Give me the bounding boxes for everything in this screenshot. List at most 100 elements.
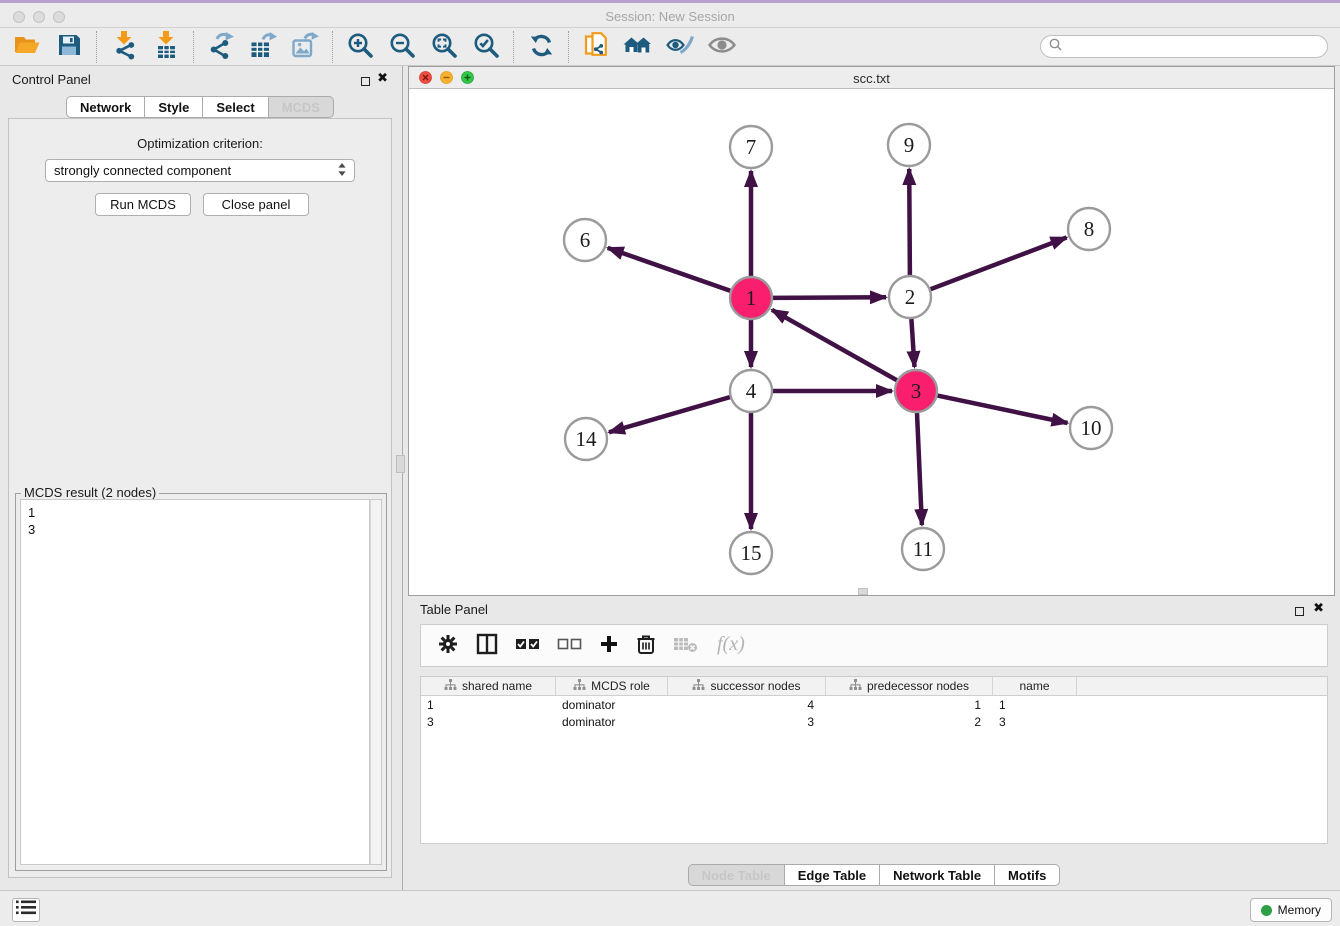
edge-2-3[interactable] [911,319,914,367]
criterion-dropdown[interactable]: strongly connected component [45,159,355,182]
graph-node-8[interactable]: 8 [1068,208,1110,250]
tab-network[interactable]: Network [66,96,145,118]
close-panel-button[interactable]: Close panel [203,193,309,216]
table-float-panel-icon[interactable] [1295,603,1304,621]
table-cell[interactable]: 1 [993,698,1077,712]
table-cell[interactable]: dominator [556,715,668,729]
graph-node-11[interactable]: 11 [902,528,944,570]
graph-node-10[interactable]: 10 [1070,407,1112,449]
mcds-result-item[interactable]: 1 [28,504,362,521]
network-graph[interactable]: 7 9 6 8 1 2 4 3 14 10 15 11 [409,89,1334,595]
table-cell[interactable]: 3 [993,715,1077,729]
graph-node-3[interactable]: 3 [895,370,937,412]
tab-network-table[interactable]: Network Table [880,864,995,886]
column-header-predecessor-nodes[interactable]: predecessor nodes [826,677,993,695]
table-tabs: Node TableEdge TableNetwork TableMotifs [408,864,1340,886]
open-file-icon [13,33,41,60]
save-session-button[interactable] [48,30,90,64]
settings-gear-icon [437,633,459,658]
delete-button[interactable] [636,633,656,658]
add-button[interactable] [599,634,619,657]
network-window-titlebar[interactable]: scc.txt [409,67,1334,89]
search-input[interactable] [1067,38,1327,56]
graph-node-9[interactable]: 9 [888,124,930,166]
graph-node-7[interactable]: 7 [730,126,772,168]
edge-4-14[interactable] [609,397,730,432]
edge-3-10[interactable] [938,396,1068,423]
hide-selected-icon [666,33,695,60]
export-image-button[interactable] [284,30,326,64]
zoom-fit-button[interactable] [423,30,465,64]
splitter-grip[interactable] [858,588,868,595]
graph-node-6[interactable]: 6 [564,219,606,261]
graph-node-15[interactable]: 15 [730,532,772,574]
edge-3-11[interactable] [917,413,922,525]
mcds-result-list[interactable]: 13 [20,499,370,865]
zoom-selected-button[interactable] [465,30,507,64]
import-network-button[interactable] [103,30,145,64]
hide-selected-button[interactable] [659,30,701,64]
import-table-button[interactable] [145,30,187,64]
table-row[interactable]: 1dominator411 [421,696,1327,713]
settings-gear-button[interactable] [437,633,459,658]
export-network-button[interactable] [200,30,242,64]
close-panel-icon[interactable]: ✖ [377,73,388,82]
apply-layout-button[interactable] [520,30,562,64]
table-cell[interactable]: 1 [421,698,556,712]
edge-3-1[interactable] [772,310,897,380]
zoom-in-button[interactable] [339,30,381,64]
graph-node-14[interactable]: 14 [565,418,607,460]
mcds-result-item[interactable]: 3 [28,521,362,538]
float-panel-icon[interactable] [361,73,370,91]
open-file-button[interactable] [6,30,48,64]
edge-2-8[interactable] [931,238,1067,290]
tab-motifs[interactable]: Motifs [995,864,1060,886]
column-header-MCDS-role[interactable]: MCDS role [556,677,668,695]
table-cell[interactable]: 3 [668,715,826,729]
select-all-button[interactable] [515,635,540,656]
edge-1-2[interactable] [773,297,886,298]
task-history-button[interactable] [12,898,40,922]
first-neighbors-button[interactable] [617,30,659,64]
panel-divider-grip[interactable] [396,455,405,473]
memory-button[interactable]: Memory [1250,898,1332,922]
column-header-name[interactable]: name [993,677,1077,695]
tab-edge-table[interactable]: Edge Table [785,864,880,886]
edge-2-9[interactable] [909,169,910,275]
search-box[interactable] [1040,35,1328,58]
zoom-out-button[interactable] [381,30,423,64]
table-cell[interactable]: dominator [556,698,668,712]
delete-icon [636,633,656,658]
table-header-row: shared nameMCDS rolesuccessor nodesprede… [421,677,1327,696]
table-row[interactable]: 3dominator323 [421,713,1327,730]
network-canvas[interactable]: 7 9 6 8 1 2 4 3 14 10 15 11 [409,89,1334,595]
table-cell[interactable]: 1 [826,698,993,712]
show-all-button[interactable] [701,30,743,64]
clone-network-button[interactable] [575,30,617,64]
control-panel: Control Panel ✖ NetworkStyleSelectMCDS O… [0,66,400,890]
deselect-all-button[interactable] [557,635,582,656]
column-header-shared-name[interactable]: shared name [421,677,556,695]
node-label: 15 [741,541,762,565]
tab-style[interactable]: Style [145,96,203,118]
graph-node-4[interactable]: 4 [730,370,772,412]
panel-divider[interactable] [402,66,403,890]
tab-node-table[interactable]: Node Table [688,864,785,886]
table-close-panel-icon[interactable]: ✖ [1313,603,1324,612]
table-panel: Table Panel ✖ f(x) shared nameMCDS roles… [408,596,1340,886]
graph-node-2[interactable]: 2 [889,276,931,318]
node-label: 3 [911,379,922,403]
save-session-icon [57,33,81,60]
split-panel-button[interactable] [476,633,498,658]
graph-node-1[interactable]: 1 [730,277,772,319]
run-mcds-button[interactable]: Run MCDS [95,193,191,216]
table-cell[interactable]: 4 [668,698,826,712]
column-header-successor-nodes[interactable]: successor nodes [668,677,826,695]
tab-select[interactable]: Select [203,96,268,118]
export-table-button[interactable] [242,30,284,64]
tab-mcds[interactable]: MCDS [269,96,334,118]
edge-1-6[interactable] [608,248,731,291]
mcds-result-scrollbar[interactable] [370,499,382,865]
table-cell[interactable]: 3 [421,715,556,729]
table-cell[interactable]: 2 [826,715,993,729]
